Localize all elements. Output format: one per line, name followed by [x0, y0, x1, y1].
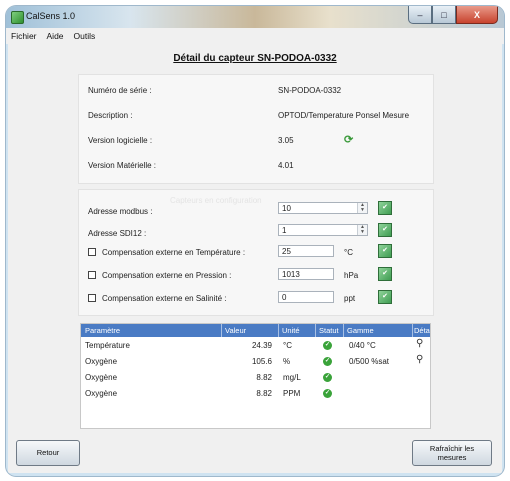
- apply-temperature-button[interactable]: ✔: [378, 244, 392, 258]
- spin-arrows-icon[interactable]: ▲ ▼: [357, 225, 367, 235]
- col-parametre[interactable]: Paramètre: [85, 326, 120, 335]
- row-unit: °C: [283, 341, 292, 350]
- comp-pressure-input[interactable]: 1013: [278, 268, 334, 280]
- description-value: OPTOD/Temperature Ponsel Mesure: [278, 111, 410, 120]
- menu-aide[interactable]: Aide: [47, 31, 64, 41]
- title-bar[interactable]: CalSens 1.0 – □ X: [6, 6, 504, 28]
- row-unit: %: [283, 357, 291, 366]
- apply-salinity-button[interactable]: ✔: [378, 290, 392, 304]
- row-value: 105.6: [251, 357, 272, 366]
- status-ok-icon: ✓: [323, 389, 332, 398]
- comp-pressure-value: 1013: [282, 270, 300, 279]
- row-range: 0/500 %sat: [349, 357, 390, 366]
- main-content: Détail du capteur SN-PODOA-0332 Numéro d…: [8, 44, 502, 473]
- sdi12-address-stepper[interactable]: 1 ▲ ▼: [278, 224, 368, 236]
- comp-salinity-value: 0: [282, 293, 287, 302]
- app-window: CalSens 1.0 – □ X Fichier Aide Outils Dé…: [6, 6, 504, 476]
- close-button[interactable]: X: [456, 6, 498, 24]
- row-param: Température: [85, 341, 130, 350]
- serial-label: Numéro de série :: [88, 86, 152, 95]
- app-icon: [11, 11, 24, 24]
- grid-header: Paramètre Valeur Unité Statut Gamme Déta…: [81, 324, 430, 337]
- row-unit: mg/L: [283, 373, 301, 382]
- row-range: 0/40 °C: [349, 341, 376, 350]
- page-title: Détail du capteur SN-PODOA-0332: [173, 53, 337, 64]
- comp-pressure-label: Compensation externe en Pression :: [102, 271, 232, 280]
- comp-temperature-value: 25: [282, 247, 291, 256]
- comp-salinity-input[interactable]: 0: [278, 291, 334, 303]
- measurements-grid[interactable]: Paramètre Valeur Unité Statut Gamme Déta…: [80, 323, 431, 429]
- col-unite[interactable]: Unité: [282, 326, 300, 335]
- spin-arrows-icon[interactable]: ▲ ▼: [357, 203, 367, 213]
- magnifier-icon[interactable]: ⚲: [416, 354, 423, 365]
- maximize-button[interactable]: □: [432, 6, 456, 24]
- software-version-label: Version logicielle :: [88, 136, 153, 145]
- modbus-label: Adresse modbus :: [88, 207, 153, 216]
- apply-modbus-button[interactable]: ✔: [378, 201, 392, 215]
- modbus-address-stepper[interactable]: 10 ▲ ▼: [278, 202, 368, 214]
- modbus-address-value: 10: [282, 204, 291, 213]
- col-detail[interactable]: Détail: [414, 326, 430, 335]
- window-title: CalSens 1.0: [26, 11, 76, 21]
- sdi12-address-value: 1: [282, 226, 287, 235]
- hardware-version-label: Version Matérielle :: [88, 161, 157, 170]
- apply-pressure-button[interactable]: ✔: [378, 267, 392, 281]
- hardware-version-value: 4.01: [278, 161, 294, 170]
- comp-temperature-unit: °C: [344, 248, 353, 257]
- comp-pressure-unit: hPa: [344, 271, 359, 280]
- menu-outils[interactable]: Outils: [74, 31, 96, 41]
- description-label: Description :: [88, 111, 133, 120]
- comp-salinity-label: Compensation externe en Salinité :: [102, 294, 227, 303]
- row-param: Oxygène: [85, 357, 118, 366]
- minimize-button[interactable]: –: [408, 6, 432, 24]
- row-value: 24.39: [251, 341, 272, 350]
- col-gamme[interactable]: Gamme: [347, 326, 374, 335]
- magnifier-icon[interactable]: ⚲: [416, 338, 423, 349]
- comp-temperature-checkbox[interactable]: [88, 248, 96, 256]
- refresh-measures-button[interactable]: Rafraîchir les mesures: [412, 440, 492, 466]
- refresh-button-label-1: Rafraîchir les: [429, 444, 475, 453]
- back-button[interactable]: Retour: [16, 440, 80, 466]
- status-ok-icon: ✓: [323, 341, 332, 350]
- menu-fichier[interactable]: Fichier: [11, 31, 37, 41]
- update-icon[interactable]: ⟳: [344, 133, 353, 146]
- apply-sdi12-button[interactable]: ✔: [378, 223, 392, 237]
- config-watermark: Capteurs en configuration: [170, 196, 262, 205]
- comp-temperature-input[interactable]: 25: [278, 245, 334, 257]
- row-param: Oxygène: [85, 389, 118, 398]
- sdi12-label: Adresse SDI12 :: [88, 229, 147, 238]
- row-value: 8.82: [256, 373, 272, 382]
- row-unit: PPM: [283, 389, 301, 398]
- row-param: Oxygène: [85, 373, 118, 382]
- col-valeur[interactable]: Valeur: [225, 326, 246, 335]
- row-value: 8.82: [256, 389, 272, 398]
- status-ok-icon: ✓: [323, 357, 332, 366]
- comp-pressure-checkbox[interactable]: [88, 271, 96, 279]
- comp-salinity-unit: ppt: [344, 294, 356, 303]
- serial-value: SN-PODOA-0332: [278, 86, 342, 95]
- refresh-button-label-2: mesures: [437, 453, 467, 462]
- status-ok-icon: ✓: [323, 373, 332, 382]
- software-version-value: 3.05: [278, 136, 294, 145]
- menu-bar: Fichier Aide Outils: [6, 28, 504, 44]
- comp-temperature-label: Compensation externe en Température :: [102, 248, 246, 257]
- col-statut[interactable]: Statut: [319, 326, 339, 335]
- comp-salinity-checkbox[interactable]: [88, 294, 96, 302]
- back-button-label: Retour: [36, 448, 60, 457]
